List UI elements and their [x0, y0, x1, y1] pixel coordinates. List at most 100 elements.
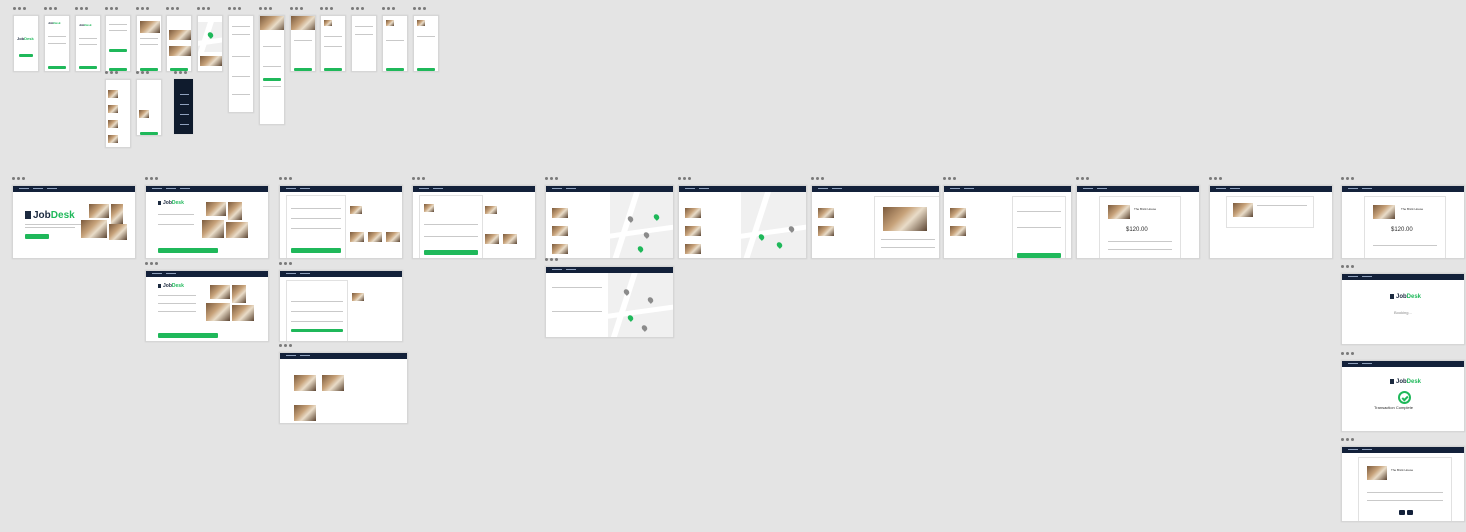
desktop-checkout[interactable]: The Brick House $120.00 [1341, 177, 1465, 259]
window-dots-icon [413, 7, 426, 10]
desktop-map-results-2[interactable] [678, 177, 807, 259]
desktop-calendar[interactable] [279, 262, 403, 342]
mobile-nav-drawer[interactable] [174, 71, 193, 134]
window-dots-icon [382, 7, 395, 10]
calendar-selection[interactable] [291, 329, 343, 332]
desktop-pricing[interactable]: The Brick House $120.00 [1076, 177, 1200, 259]
window-dots-icon [136, 7, 149, 10]
app-logo: JobDesk [17, 36, 34, 41]
search-button[interactable] [291, 248, 341, 253]
logo-mark-icon [25, 211, 31, 220]
window-dots-icon [228, 7, 241, 10]
window-dots-icon [136, 71, 149, 74]
mobile-splash[interactable]: JobDesk [13, 7, 39, 72]
price-amount: $120.00 [1391, 227, 1413, 233]
price-amount: $120.00 [1126, 227, 1148, 233]
window-dots-icon [1341, 265, 1354, 268]
mobile-confirm[interactable] [413, 7, 439, 72]
next-button[interactable] [1407, 510, 1413, 515]
window-dots-icon [105, 71, 118, 74]
mobile-results-2[interactable] [136, 71, 162, 136]
window-dots-icon [197, 7, 210, 10]
desktop-receipt[interactable]: The Brick House [1341, 438, 1465, 522]
desktop-search-2[interactable] [412, 177, 536, 259]
start-button[interactable] [19, 54, 33, 57]
window-dots-icon [290, 7, 303, 10]
desktop-login[interactable]: JobDesk [145, 177, 269, 259]
login-button[interactable] [48, 66, 66, 69]
mobile-signup[interactable]: JobDesk [75, 7, 101, 72]
login-button[interactable] [158, 248, 218, 253]
desktop-map-filters[interactable] [545, 258, 674, 338]
mobile-map[interactable] [197, 7, 223, 72]
window-dots-icon [145, 177, 158, 180]
window-dots-icon [1076, 177, 1089, 180]
mobile-search[interactable] [105, 7, 131, 72]
desktop-saved[interactable] [279, 344, 408, 424]
pay-button[interactable] [324, 68, 342, 71]
window-dots-icon [545, 177, 558, 180]
prev-button[interactable] [1399, 510, 1405, 515]
mobile-filters[interactable] [228, 7, 254, 113]
window-dots-icon [145, 262, 158, 265]
apply-button[interactable] [140, 132, 158, 135]
app-logo: JobDesk [1390, 379, 1421, 385]
window-dots-icon [1341, 177, 1354, 180]
mobile-login[interactable]: JobDesk [44, 7, 70, 72]
confirm-button[interactable] [294, 68, 312, 71]
desktop-detail-panel[interactable] [811, 177, 940, 259]
desktop-home[interactable]: JobDesk [12, 177, 136, 259]
window-dots-icon [811, 177, 824, 180]
window-dots-icon [12, 177, 25, 180]
signup-button[interactable] [79, 66, 97, 69]
transaction-status: Transaction Complete [1374, 405, 1413, 410]
reserve-button[interactable] [1017, 253, 1061, 258]
window-dots-icon [320, 7, 333, 10]
window-dots-icon [259, 7, 272, 10]
mobile-summary[interactable] [320, 7, 346, 72]
window-dots-icon [1341, 438, 1354, 441]
window-dots-icon [44, 7, 57, 10]
get-started-button[interactable] [25, 234, 49, 239]
window-dots-icon [75, 7, 88, 10]
mobile-payment[interactable] [351, 7, 377, 72]
window-dots-icon [166, 7, 179, 10]
loading-status: Booking... [1394, 310, 1412, 315]
app-logo: JobDesk [48, 21, 61, 25]
window-dots-icon [279, 177, 292, 180]
app-logo: JobDesk [1390, 294, 1421, 300]
window-dots-icon [351, 7, 364, 10]
window-dots-icon [545, 258, 558, 261]
desktop-loading[interactable]: JobDesk Booking... [1341, 265, 1465, 345]
desktop-map-results[interactable] [545, 177, 674, 259]
mobile-booking[interactable] [290, 7, 316, 72]
app-logo: JobDesk [158, 283, 184, 289]
window-dots-icon [279, 344, 292, 347]
window-dots-icon [1341, 352, 1354, 355]
mobile-results[interactable] [105, 71, 131, 148]
done-button[interactable] [417, 68, 435, 71]
mobile-list[interactable] [166, 7, 192, 72]
desktop-transaction-complete[interactable]: JobDesk Transaction Complete [1341, 352, 1465, 432]
desktop-payment[interactable] [1209, 177, 1333, 259]
mobile-detail[interactable] [259, 7, 285, 125]
venue-name: The Brick House [1134, 207, 1157, 211]
mobile-menu-screen[interactable] [136, 7, 162, 72]
checkout-button[interactable] [386, 68, 404, 71]
signup-button[interactable] [158, 333, 218, 338]
venue-name: The Brick House [1401, 207, 1424, 211]
venue-name: The Brick House [1391, 468, 1414, 472]
window-dots-icon [279, 262, 292, 265]
window-dots-icon [412, 177, 425, 180]
search-button[interactable] [424, 250, 478, 255]
window-dots-icon [678, 177, 691, 180]
app-logo: JobDesk [158, 200, 184, 206]
mobile-checkout[interactable] [382, 7, 408, 72]
app-logo: JobDesk [79, 23, 92, 27]
window-dots-icon [13, 7, 26, 10]
desktop-reservation[interactable] [943, 177, 1072, 259]
search-button[interactable] [109, 49, 127, 52]
reserve-button[interactable] [263, 78, 281, 81]
desktop-search[interactable] [279, 177, 403, 259]
desktop-signup[interactable]: JobDesk [145, 262, 269, 342]
